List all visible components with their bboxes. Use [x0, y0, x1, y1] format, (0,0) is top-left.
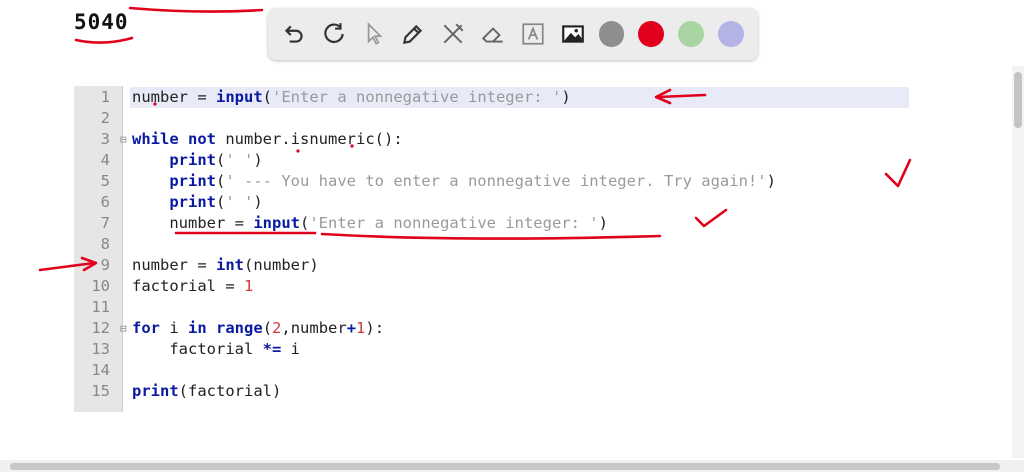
- color-lavender-swatch[interactable]: [718, 21, 744, 47]
- undo-icon[interactable]: [280, 20, 308, 48]
- code-line-6[interactable]: 6 print(' '): [74, 192, 1014, 213]
- pen-icon[interactable]: [399, 20, 427, 48]
- code-line-14[interactable]: 14: [74, 360, 1014, 381]
- line-code: number = input('Enter a nonnegative inte…: [132, 214, 608, 232]
- code-line-8[interactable]: 8: [74, 234, 1014, 255]
- line-number: 5: [100, 172, 110, 190]
- code-line-2[interactable]: 2: [74, 108, 1014, 129]
- line-number: 11: [91, 298, 110, 316]
- horizontal-scrollbar[interactable]: [0, 460, 1024, 472]
- line-code: factorial = 1: [132, 277, 254, 295]
- line-code: for i in range(2,number+1):: [132, 319, 385, 337]
- annotation-toolbar: [268, 8, 758, 60]
- code-line-10[interactable]: 10 factorial = 1: [74, 276, 1014, 297]
- line-number: 12: [91, 319, 110, 337]
- output-text: 5040: [74, 10, 129, 34]
- eraser-icon[interactable]: [479, 20, 507, 48]
- text-icon[interactable]: [519, 20, 547, 48]
- line-number: 14: [91, 361, 110, 379]
- scrollbar-thumb[interactable]: [10, 463, 1000, 470]
- line-number: 8: [100, 235, 110, 253]
- code-editor[interactable]: 1 number = input('Enter a nonnegative in…: [74, 86, 1014, 412]
- top-scribble: [128, 6, 264, 13]
- line-code: print(' '): [169, 193, 263, 211]
- code-line-4[interactable]: 4 print(' '): [74, 150, 1014, 171]
- color-red-swatch[interactable]: [638, 21, 665, 47]
- code-line-1[interactable]: 1 number = input('Enter a nonnegative in…: [74, 87, 1014, 108]
- line-number: 9: [100, 256, 110, 274]
- line-code: while not number.isnumeric():: [132, 130, 403, 148]
- line-number: 7: [100, 214, 110, 232]
- fold-marker-icon[interactable]: ⊟: [120, 129, 127, 150]
- image-icon[interactable]: [559, 20, 587, 48]
- line-number: 13: [91, 340, 110, 358]
- scrollbar-thumb[interactable]: [1014, 72, 1022, 128]
- vertical-scrollbar[interactable]: [1012, 66, 1024, 458]
- line-code: factorial *= i: [132, 340, 300, 358]
- line-number: 10: [91, 277, 110, 295]
- code-line-7[interactable]: 7 number = input('Enter a nonnegative in…: [74, 213, 1014, 234]
- code-line-11[interactable]: 11: [74, 297, 1014, 318]
- line-number: 4: [100, 151, 110, 169]
- line-number: 6: [100, 193, 110, 211]
- line-number: 2: [100, 109, 110, 127]
- line-code: print(factorial): [132, 382, 282, 400]
- underline-output: [74, 36, 134, 44]
- fold-marker-icon[interactable]: ⊟: [120, 318, 127, 339]
- code-line-3[interactable]: 3 ⊟ while not number.isnumeric():: [74, 129, 1014, 150]
- code-line-9[interactable]: 9 number = int(number): [74, 255, 1014, 276]
- code-line-13[interactable]: 13 factorial *= i: [74, 339, 1014, 360]
- redo-icon[interactable]: [320, 20, 348, 48]
- line-code: print(' '): [169, 151, 263, 169]
- pointer-icon[interactable]: [360, 20, 388, 48]
- color-gray-swatch[interactable]: [598, 21, 625, 47]
- line-code: number = int(number): [132, 256, 319, 274]
- line-number: 15: [91, 382, 110, 400]
- code-line-5[interactable]: 5 print(' --- You have to enter a nonneg…: [74, 171, 1014, 192]
- line-code: number = input('Enter a nonnegative inte…: [130, 87, 909, 108]
- code-line-12[interactable]: 12 ⊟ for i in range(2,number+1):: [74, 318, 1014, 339]
- color-green-swatch[interactable]: [678, 21, 705, 47]
- tools-icon[interactable]: [439, 20, 467, 48]
- code-line-15[interactable]: 15 print(factorial): [74, 381, 1014, 402]
- line-number: 3: [100, 130, 110, 148]
- line-code: print(' --- You have to enter a nonnegat…: [169, 172, 776, 190]
- line-number: 1: [100, 88, 110, 106]
